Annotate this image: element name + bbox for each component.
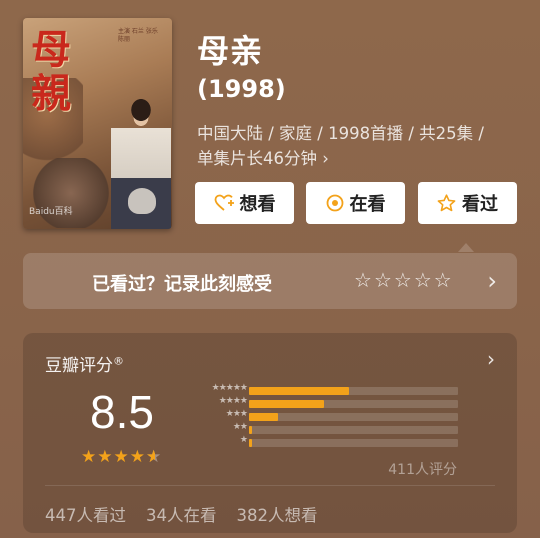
heart-plus-icon [214, 194, 234, 212]
want-count[interactable]: 382人想看 [237, 502, 318, 526]
star-filled-icon: ★ [129, 447, 146, 467]
rating-distribution: ★★★★★ ★★★★ ★★★ ★★ ★ [188, 383, 460, 449]
distribution-row: ★★ [188, 422, 460, 436]
star-filled-icon: ★ [97, 447, 114, 467]
meta-line-1: 中国大陆 / 家庭 / 1998首播 / 共25集 / [197, 124, 484, 143]
watched-count[interactable]: 447人看过 [45, 502, 126, 526]
rate-star-3[interactable]: ☆ [394, 268, 412, 292]
rate-star-2[interactable]: ☆ [374, 268, 392, 292]
rating-count: 411人评分 [388, 462, 457, 478]
star-filled-icon: ★ [81, 447, 98, 467]
distribution-bar [249, 387, 350, 395]
watching-label: 在看 [349, 194, 386, 215]
rate-star-5[interactable]: ☆ [434, 268, 452, 292]
chevron-right-icon[interactable]: › [487, 347, 495, 371]
movie-detail-page: 母 親 主演 石兰 张乐 陈丽 Baidu百科 母亲 (1998) 中国大陆 /… [0, 0, 540, 538]
distribution-label: ★ [239, 435, 248, 445]
distribution-track [249, 439, 458, 447]
distribution-track [249, 387, 458, 395]
distribution-row: ★ [188, 435, 460, 449]
rating-score: 8.5 [90, 386, 154, 438]
poster-decoration [31, 158, 111, 228]
movie-poster[interactable]: 母 親 主演 石兰 张乐 陈丽 Baidu百科 [23, 18, 172, 229]
distribution-label: ★★ [232, 422, 248, 432]
watching-button[interactable]: 在看 [306, 182, 405, 224]
movie-year: (1998) [197, 75, 286, 103]
star-filled-icon: ★ [113, 447, 130, 467]
rate-star-4[interactable]: ☆ [414, 268, 432, 292]
distribution-label: ★★★★★ [211, 383, 248, 393]
poster-title: 母 親 [31, 26, 71, 117]
star-half-icon: ★ [146, 447, 162, 467]
movie-title: 母亲 [197, 32, 264, 70]
registered-mark: ® [113, 354, 124, 368]
rate-stars[interactable]: ☆ ☆ ☆ ☆ ☆ [354, 268, 452, 292]
watch-stats: 447人看过 34人在看 382人想看 [45, 502, 318, 526]
movie-meta[interactable]: 中国大陆 / 家庭 / 1998首播 / 共25集 / 单集片长46分钟 › [197, 121, 527, 171]
distribution-track [249, 400, 458, 408]
distribution-label: ★★★★ [218, 396, 248, 406]
rate-star-1[interactable]: ☆ [354, 268, 372, 292]
distribution-row: ★★★ [188, 409, 460, 423]
rating-stars: ★ ★ ★ ★ ★ [81, 447, 162, 467]
distribution-bar [249, 400, 325, 408]
divider [45, 485, 495, 486]
want-button[interactable]: 想看 [195, 182, 294, 224]
distribution-bar [249, 439, 252, 447]
watched-label: 看过 [462, 194, 498, 215]
distribution-label: ★★★ [225, 409, 248, 419]
meta-line-2: 单集片长46分钟 › [197, 149, 329, 168]
want-label: 想看 [239, 194, 276, 215]
distribution-bar [249, 426, 252, 434]
record-feeling-bar[interactable]: 已看过？记录此刻感受 ☆ ☆ ☆ ☆ ☆ › [23, 253, 517, 309]
poster-kettle [128, 188, 156, 214]
chevron-right-icon[interactable]: › [487, 267, 497, 295]
star-outline-icon [437, 194, 456, 212]
record-prompt: 已看过？记录此刻感受 [92, 274, 272, 295]
poster-credits: 主演 石兰 张乐 陈丽 [118, 28, 158, 43]
rating-card[interactable]: 豆瓣评分® › 8.5 ★★★★★ ★★★★★★★★★★★★★★★ 411人评分… [23, 333, 517, 533]
rating-label: 豆瓣评分® [45, 354, 124, 376]
distribution-track [249, 413, 458, 421]
distribution-track [249, 426, 458, 434]
target-icon [326, 194, 344, 212]
watched-button[interactable]: 看过 [418, 182, 517, 252]
distribution-bar [249, 413, 279, 421]
watching-count[interactable]: 34人在看 [146, 502, 217, 526]
poster-watermark: Baidu百科 [29, 207, 73, 217]
